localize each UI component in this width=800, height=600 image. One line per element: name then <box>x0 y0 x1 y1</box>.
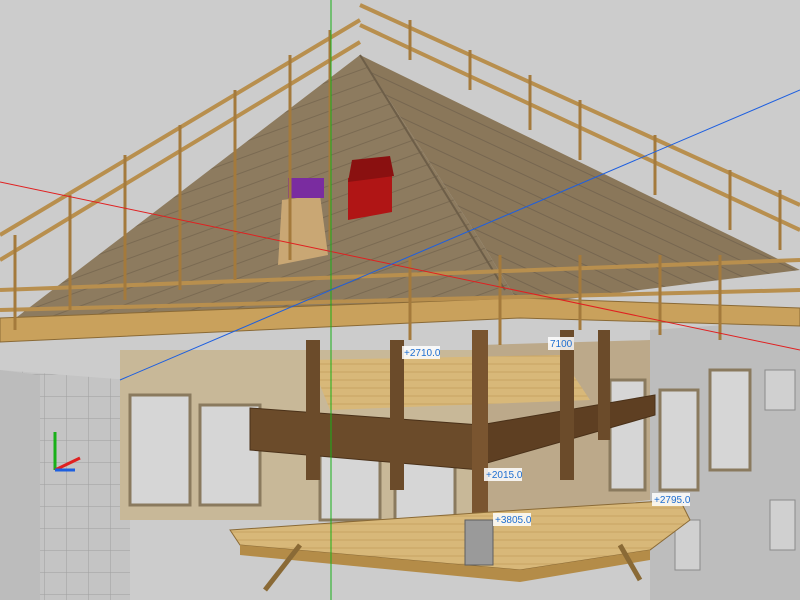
model-viewport[interactable]: +2710.0 7100 +2795.0 +3805.0 +2015.0 <box>0 0 800 600</box>
dimension-4-text: +3805.0 <box>495 515 532 526</box>
dimension-1-text: +2710.0 <box>404 348 441 359</box>
model-scene: +2710.0 7100 +2795.0 +3805.0 +2015.0 <box>0 0 800 600</box>
dimension-2[interactable]: 7100 <box>548 337 574 350</box>
dimension-4[interactable]: +3805.0 <box>493 513 532 526</box>
dimension-3-text: +2795.0 <box>654 495 691 506</box>
dimension-5[interactable]: +2015.0 <box>484 468 523 481</box>
dimension-3[interactable]: +2795.0 <box>652 493 691 506</box>
chimney-red <box>348 156 394 220</box>
facade-left <box>0 370 130 600</box>
dimension-1[interactable]: +2710.0 <box>402 346 441 359</box>
dimension-5-text: +2015.0 <box>486 470 523 481</box>
dimension-2-text: 7100 <box>550 339 573 350</box>
